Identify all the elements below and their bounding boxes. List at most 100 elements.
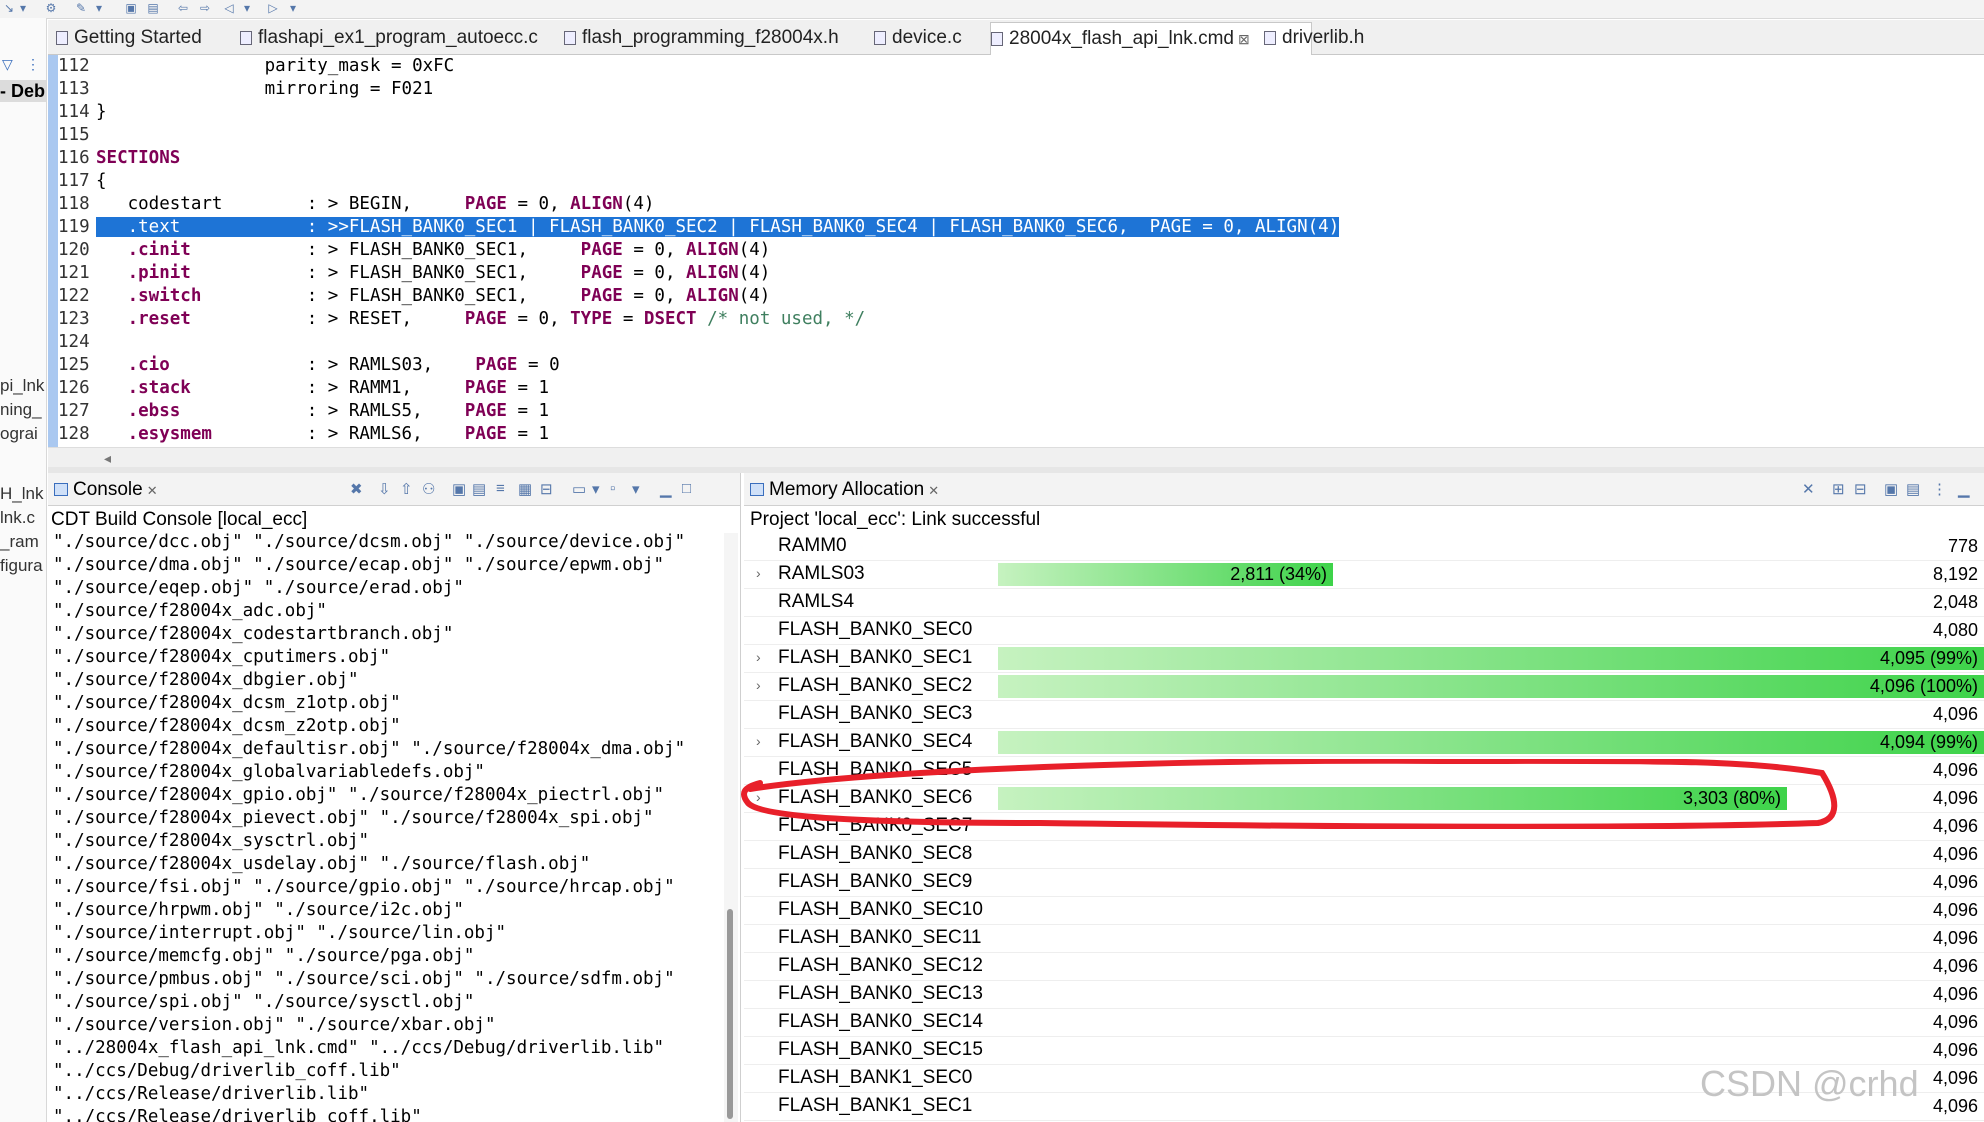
debug-icon[interactable]: ⚙ <box>44 2 58 14</box>
code-line[interactable]: 120 .cinit : > FLASH_BANK0_SEC1, PAGE = … <box>58 239 1984 262</box>
filter-icon[interactable]: ▽ <box>2 56 13 73</box>
expand-chevron-icon[interactable]: › <box>756 733 761 749</box>
expand-chevron-icon[interactable]: › <box>756 565 761 581</box>
memory-allocation-tab[interactable]: Memory Allocation ✕ <box>750 479 939 501</box>
dropdown-arrow-icon[interactable]: ▾ <box>92 2 106 14</box>
nav-back-icon[interactable]: ◁ <box>222 2 236 14</box>
memory-row[interactable]: FLASH_BANK0_SEC0 4,080 <box>744 617 1984 645</box>
explorer-item[interactable]: _ram <box>0 532 39 552</box>
code-line[interactable]: 122 .switch : > FLASH_BANK0_SEC1, PAGE =… <box>58 285 1984 308</box>
paste-icon[interactable]: ▤ <box>472 480 486 498</box>
nav-forward-icon[interactable]: ▷ <box>266 2 280 14</box>
memory-row[interactable]: › FLASH_BANK0_SEC2 4,096 (100%) <box>744 673 1984 701</box>
minimize-icon[interactable]: ▁ <box>660 480 672 498</box>
expand-all-icon[interactable]: ⊞ <box>1832 480 1845 498</box>
refresh-icon[interactable]: ▣ <box>1884 480 1898 498</box>
copy-icon[interactable]: ▣ <box>452 480 466 498</box>
dropdown-arrow-icon[interactable]: ▾ <box>240 2 254 14</box>
code-editor[interactable]: 112 parity_mask = 0xFC 113 mirroring = F0… <box>48 55 1984 447</box>
minimize-icon[interactable]: ▁ <box>1958 480 1970 498</box>
expand-chevron-icon[interactable]: › <box>756 677 761 693</box>
console-tab[interactable]: Console ✕ <box>54 479 158 501</box>
code-line[interactable]: 127 .ebss : > RAMLS5, PAGE = 1 <box>58 400 1984 423</box>
explorer-item[interactable]: ning_ <box>0 400 42 420</box>
code-line[interactable]: 118 codestart : > BEGIN, PAGE = 0, ALIGN… <box>58 193 1984 216</box>
memory-row[interactable]: RAMLS4 2,048 <box>744 589 1984 617</box>
explorer-item[interactable]: pi_lnk <box>0 376 44 396</box>
memory-row[interactable]: FLASH_BANK0_SEC15 4,096 <box>744 1037 1984 1065</box>
memory-row[interactable]: FLASH_BANK0_SEC14 4,096 <box>744 1009 1984 1037</box>
memory-row[interactable]: FLASH_BANK0_SEC7 4,096 <box>744 813 1984 841</box>
code-line[interactable]: 124 <box>58 331 1984 354</box>
display-console-icon[interactable]: ▭ <box>572 480 586 498</box>
code-line[interactable]: 125 .cio : > RAMLS03, PAGE = 0 <box>58 354 1984 377</box>
close-console-icon[interactable]: ✕ <box>147 483 158 498</box>
memory-row[interactable]: FLASH_BANK0_SEC10 4,096 <box>744 897 1984 925</box>
code-line[interactable]: 113 mirroring = F021 <box>58 78 1984 101</box>
memory-row[interactable]: FLASH_BANK0_SEC11 4,096 <box>744 925 1984 953</box>
tab-flash-programming-h[interactable]: flash_programming_f28004x.h <box>564 22 904 54</box>
export-icon[interactable]: ▤ <box>1906 480 1920 498</box>
next-error-icon[interactable]: ⇩ <box>378 480 391 498</box>
link-icon[interactable]: ⚇ <box>422 480 435 498</box>
close-tab-icon[interactable]: ⊠ <box>1238 31 1250 47</box>
code-line[interactable]: 112 parity_mask = 0xFC <box>58 55 1984 78</box>
debug-node[interactable]: - Deb <box>0 80 46 102</box>
code-line[interactable]: 115 <box>58 124 1984 147</box>
scrollbar-thumb[interactable] <box>727 909 733 1119</box>
new-console-icon[interactable]: ▫ <box>610 480 615 497</box>
code-line[interactable]: 114} <box>58 101 1984 124</box>
open-file-icon[interactable]: ▣ <box>124 2 138 14</box>
tab-driverlib-h[interactable]: driverlib.h <box>1264 22 1414 54</box>
code-line[interactable]: 126 .stack : > RAMM1, PAGE = 1 <box>58 377 1984 400</box>
dropdown-arrow-icon[interactable]: ▾ <box>16 2 30 14</box>
tab-flashapi-ex1[interactable]: flashapi_ex1_program_autoecc.c <box>240 22 595 54</box>
memory-row[interactable]: › FLASH_BANK0_SEC4 4,094 (99%) <box>744 729 1984 757</box>
explorer-item[interactable]: ograi <box>0 424 38 444</box>
close-memory-icon[interactable]: ✕ <box>928 483 939 498</box>
pin-icon[interactable]: ⊟ <box>540 480 553 498</box>
forward-icon[interactable]: ⇨ <box>198 2 212 14</box>
clear-console-icon[interactable]: ✖ <box>350 480 363 498</box>
explorer-item[interactable]: H_lnk <box>0 484 43 504</box>
memory-row[interactable]: FLASH_BANK0_SEC12 4,096 <box>744 953 1984 981</box>
word-wrap-icon[interactable]: ▦ <box>518 480 532 498</box>
editor-horizontal-scrollbar[interactable]: ◂ <box>48 447 1984 468</box>
memory-row[interactable]: › FLASH_BANK0_SEC6 3,303 (80%) 4,096 <box>744 785 1984 813</box>
code-line[interactable]: 116 SECTIONS <box>58 147 1984 170</box>
maximize-icon[interactable]: □ <box>682 480 691 497</box>
explorer-item[interactable]: lnk.c <box>0 508 35 528</box>
scroll-lock-icon[interactable]: ≡ <box>496 480 505 497</box>
memory-row[interactable]: FLASH_BANK0_SEC5 4,096 <box>744 757 1984 785</box>
view-menu-icon[interactable]: ⋮ <box>1932 480 1947 498</box>
tab-getting-started[interactable]: Getting Started <box>56 22 236 54</box>
collapse-all-icon[interactable]: ⊟ <box>1854 480 1867 498</box>
remove-icon[interactable]: ✕ <box>1802 480 1815 498</box>
console-scrollbar[interactable] <box>724 533 738 1122</box>
selected-code-line[interactable]: 119 .text : >>FLASH_BANK0_SEC1 | FLASH_B… <box>58 216 1984 239</box>
memory-row[interactable]: RAMM0 778 <box>744 533 1984 561</box>
memory-row[interactable]: FLASH_BANK0_SEC13 4,096 <box>744 981 1984 1009</box>
prev-error-icon[interactable]: ⇧ <box>400 480 413 498</box>
wand-icon[interactable]: ✎ <box>74 2 88 14</box>
tool-icon[interactable]: ↘ <box>2 2 16 14</box>
memory-row[interactable]: FLASH_BANK0_SEC3 4,096 <box>744 701 1984 729</box>
dropdown-arrow-icon[interactable]: ▾ <box>632 480 640 498</box>
memory-row[interactable]: FLASH_BANK0_SEC8 4,096 <box>744 841 1984 869</box>
memory-row[interactable]: › RAMLS03 2,811 (34%) 8,192 <box>744 561 1984 589</box>
memory-row[interactable]: FLASH_BANK0_SEC9 4,096 <box>744 869 1984 897</box>
back-icon[interactable]: ⇦ <box>176 2 190 14</box>
view-menu-icon[interactable]: ⋮ <box>26 56 40 73</box>
code-line[interactable]: 117 { <box>58 170 1984 193</box>
code-line[interactable]: 128 .esysmem : > RAMLS6, PAGE = 1 <box>58 423 1984 446</box>
dropdown-arrow-icon[interactable]: ▾ <box>286 2 300 14</box>
expand-chevron-icon[interactable]: › <box>756 649 761 665</box>
scroll-left-icon[interactable]: ◂ <box>104 450 111 467</box>
memory-row[interactable]: › FLASH_BANK0_SEC1 4,095 (99%) <box>744 645 1984 673</box>
explorer-item[interactable]: figura <box>0 556 43 576</box>
save-icon[interactable]: ▤ <box>146 2 160 14</box>
code-line[interactable]: 121 .pinit : > FLASH_BANK0_SEC1, PAGE = … <box>58 262 1984 285</box>
code-line[interactable]: 123 .reset : > RESET, PAGE = 0, TYPE = D… <box>58 308 1984 331</box>
dropdown-arrow-icon[interactable]: ▾ <box>592 480 600 498</box>
expand-chevron-icon[interactable]: › <box>756 789 761 805</box>
